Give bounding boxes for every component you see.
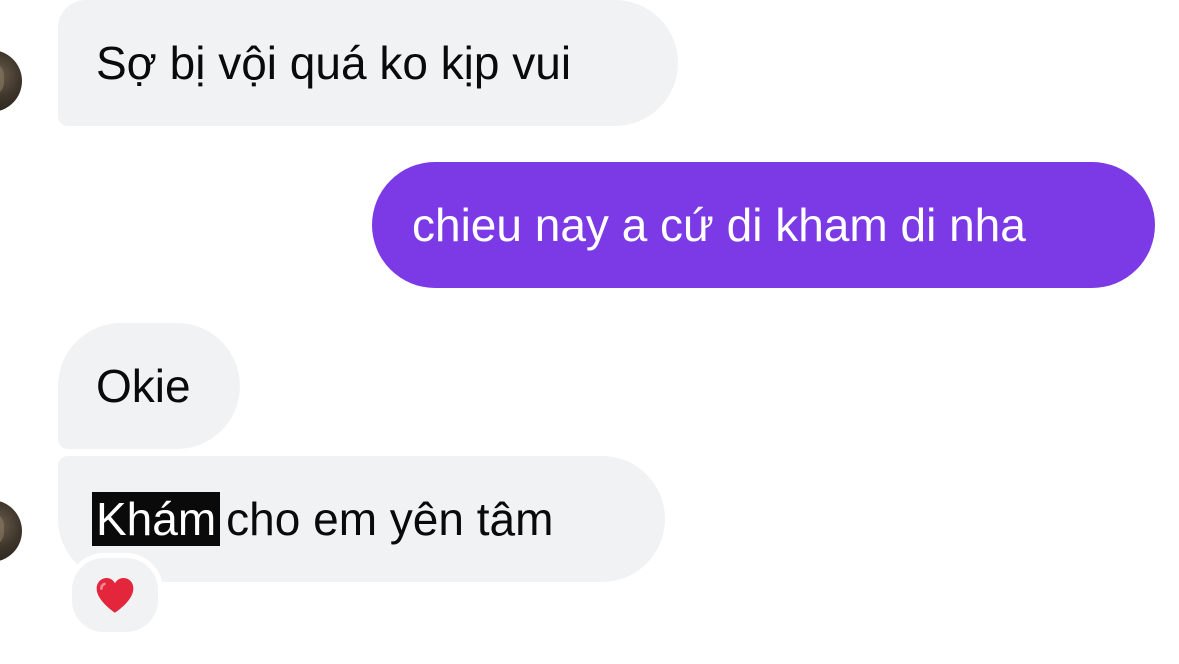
incoming-message-bubble[interactable]: Sợ bị vội quá ko kịp vui [58, 0, 678, 126]
contact-avatar[interactable] [0, 500, 22, 562]
message-text: cho em yên tâm [226, 493, 554, 545]
contact-avatar[interactable] [0, 50, 22, 112]
heart-icon [96, 577, 134, 613]
incoming-message-bubble[interactable]: Okie [58, 323, 240, 449]
outgoing-message-bubble[interactable]: chieu nay a cứ di kham di nha [372, 162, 1155, 288]
message-text: chieu nay a cứ di kham di nha [412, 199, 1026, 251]
message-reaction[interactable] [67, 553, 163, 637]
message-text: Okie [96, 360, 191, 412]
selected-text[interactable]: Khám [92, 492, 221, 546]
message-text: Sợ bị vội quá ko kịp vui [96, 37, 572, 89]
